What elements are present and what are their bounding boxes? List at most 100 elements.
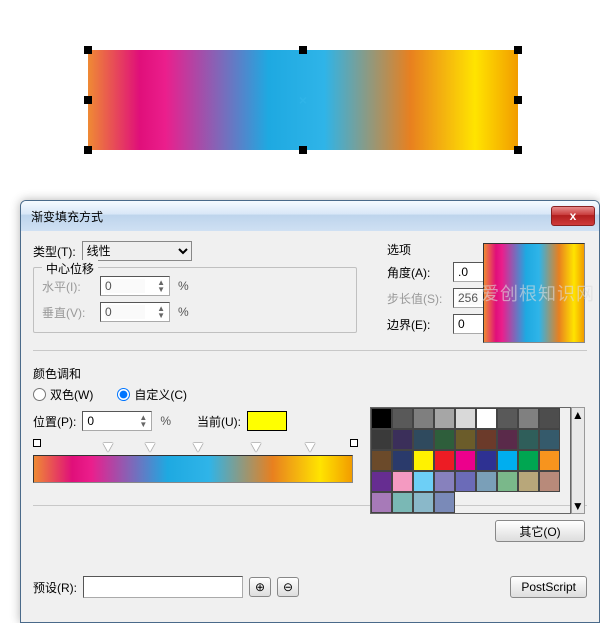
gradient-midpoint[interactable] (145, 443, 155, 452)
gradient-stop[interactable] (33, 439, 41, 447)
position-spinner[interactable]: ▲▼ (82, 411, 152, 431)
resize-handle-top-right[interactable] (514, 46, 522, 54)
type-label: 类型(T): (33, 243, 76, 260)
scroll-up-icon[interactable]: ▲ (572, 408, 584, 422)
edge-label: 边界(E): (387, 316, 447, 333)
palette-cell[interactable] (392, 429, 413, 450)
palette-cell[interactable] (413, 471, 434, 492)
resize-handle-top-left[interactable] (84, 46, 92, 54)
center-offset-title: 中心位移 (42, 260, 98, 277)
palette-cell[interactable] (497, 471, 518, 492)
palette-cell[interactable] (413, 450, 434, 471)
palette-cell[interactable] (476, 471, 497, 492)
palette-cell[interactable] (539, 450, 560, 471)
palette-cell[interactable] (392, 450, 413, 471)
plus-icon: ⊕ (255, 580, 265, 594)
selected-gradient-rectangle[interactable]: × (88, 50, 518, 150)
palette-cell[interactable] (497, 408, 518, 429)
palette-cell[interactable] (518, 408, 539, 429)
horizontal-input (105, 279, 145, 293)
canvas-area[interactable]: × (0, 0, 600, 200)
palette-cell[interactable] (371, 429, 392, 450)
palette-cell[interactable] (392, 492, 413, 513)
palette-scrollbar[interactable]: ▲ ▼ (571, 407, 585, 514)
type-select[interactable]: 线性 (82, 241, 192, 261)
horizontal-spinner: ▲▼ (100, 276, 170, 296)
gradient-midpoint[interactable] (193, 443, 203, 452)
gradient-stop[interactable] (350, 439, 358, 447)
palette-cell[interactable] (497, 450, 518, 471)
palette-cell[interactable] (371, 408, 392, 429)
remove-preset-button[interactable]: ⊖ (277, 577, 299, 597)
palette-cell[interactable] (476, 408, 497, 429)
palette-cell[interactable] (434, 408, 455, 429)
spinner-arrows-icon: ▲▼ (157, 305, 165, 319)
gradient-bar[interactable] (33, 455, 353, 483)
gradient-midpoint[interactable] (305, 443, 315, 452)
current-label: 当前(U): (197, 413, 241, 430)
close-button[interactable]: x (551, 206, 595, 226)
palette-cell[interactable] (455, 429, 476, 450)
preset-label: 预设(R): (33, 579, 77, 596)
horizontal-label: 水平(I): (42, 278, 94, 295)
palette-cell[interactable] (392, 471, 413, 492)
palette-cell[interactable] (434, 471, 455, 492)
palette-cell[interactable] (518, 450, 539, 471)
palette-cell[interactable] (539, 408, 560, 429)
gradient-stops-row[interactable] (33, 441, 353, 455)
current-color-swatch[interactable] (247, 411, 287, 431)
palette-cell[interactable] (518, 471, 539, 492)
palette-cell[interactable] (371, 471, 392, 492)
palette-cell[interactable] (518, 429, 539, 450)
center-offset-group: 中心位移 水平(I): ▲▼ % 垂直(V): ▲▼ (33, 267, 357, 333)
percent-unit: % (178, 279, 189, 293)
palette-cell[interactable] (434, 492, 455, 513)
percent-unit: % (160, 414, 171, 428)
dialog-titlebar[interactable]: 渐变填充方式 x (21, 201, 599, 231)
palette-cell[interactable] (539, 429, 560, 450)
palette-cell[interactable] (497, 429, 518, 450)
resize-handle-top-middle[interactable] (299, 46, 307, 54)
resize-handle-bottom-right[interactable] (514, 146, 522, 154)
resize-handle-bottom-left[interactable] (84, 146, 92, 154)
palette-cell[interactable] (455, 471, 476, 492)
palette-cell[interactable] (476, 450, 497, 471)
center-marker-icon: × (299, 92, 307, 108)
palette-grid[interactable] (370, 407, 571, 514)
color-palette: ▲ ▼ 其它(O) (370, 407, 585, 542)
minus-icon: ⊖ (283, 580, 293, 594)
resize-handle-bottom-middle[interactable] (299, 146, 307, 154)
postscript-button[interactable]: PostScript (510, 576, 587, 598)
gradient-midpoint[interactable] (251, 443, 261, 452)
close-icon: x (570, 209, 577, 223)
watermark-text: 爱创根知识网 (481, 280, 595, 306)
dialog-title: 渐变填充方式 (31, 208, 551, 225)
palette-cell[interactable] (413, 408, 434, 429)
palette-cell[interactable] (434, 429, 455, 450)
add-preset-button[interactable]: ⊕ (249, 577, 271, 597)
resize-handle-middle-left[interactable] (84, 96, 92, 104)
palette-cell[interactable] (392, 408, 413, 429)
palette-cell[interactable] (455, 450, 476, 471)
palette-cell[interactable] (413, 492, 434, 513)
palette-cell[interactable] (539, 471, 560, 492)
gradient-fill-dialog: 渐变填充方式 x 类型(T): 线性 中心位移 水平(I): (20, 200, 600, 623)
angle-label: 角度(A): (387, 264, 447, 281)
position-input[interactable] (87, 414, 127, 428)
spinner-arrows-icon[interactable]: ▲▼ (139, 414, 147, 428)
gradient-midpoint[interactable] (103, 443, 113, 452)
vertical-spinner: ▲▼ (100, 302, 170, 322)
two-color-radio[interactable]: 双色(W) (33, 386, 93, 403)
palette-cell[interactable] (434, 450, 455, 471)
other-colors-button[interactable]: 其它(O) (495, 520, 585, 542)
palette-cell[interactable] (371, 450, 392, 471)
preset-combo[interactable] (83, 576, 243, 598)
vertical-label: 垂直(V): (42, 304, 94, 321)
palette-cell[interactable] (371, 492, 392, 513)
palette-cell[interactable] (476, 429, 497, 450)
scroll-down-icon[interactable]: ▼ (572, 499, 584, 513)
resize-handle-middle-right[interactable] (514, 96, 522, 104)
palette-cell[interactable] (413, 429, 434, 450)
custom-radio[interactable]: 自定义(C) (117, 386, 187, 403)
palette-cell[interactable] (455, 408, 476, 429)
